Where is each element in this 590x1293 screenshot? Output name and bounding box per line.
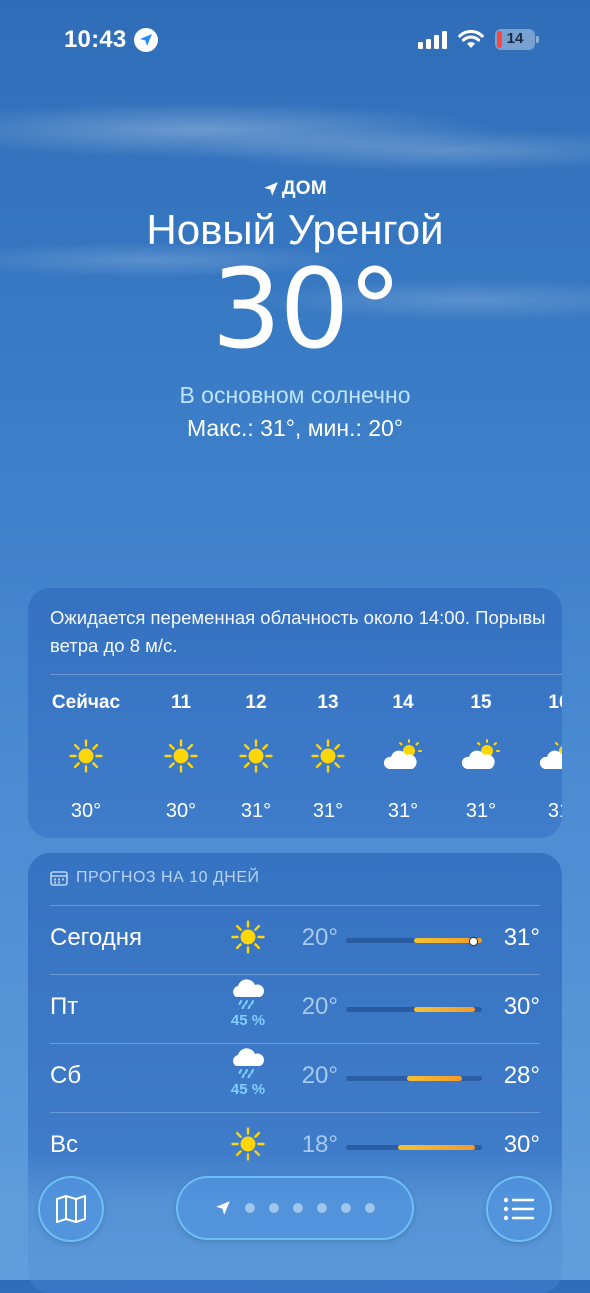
- sun-icon: [218, 736, 294, 776]
- ten-day-label: ПРОГНОЗ НА 10 ДНЕЙ: [76, 869, 260, 886]
- current-temperature: 30°: [211, 245, 403, 373]
- partly-cloudy-icon: [365, 736, 441, 776]
- sun-icon: [290, 736, 366, 776]
- home-label: ДОМ: [281, 178, 328, 199]
- map-button[interactable]: [38, 1176, 104, 1242]
- battery-level: 14: [506, 30, 524, 47]
- partly-cloudy-icon: [443, 736, 519, 776]
- hour-temperature: 31°: [387, 800, 419, 822]
- page-dot[interactable]: [365, 1203, 375, 1213]
- day-label: Сегодня: [50, 924, 142, 951]
- hour-label: 16: [548, 692, 562, 713]
- page-dot[interactable]: [341, 1203, 351, 1213]
- page-dot[interactable]: [269, 1203, 279, 1213]
- rain-cloud-icon: 45 %: [220, 1048, 276, 1098]
- calendar-icon: [50, 871, 68, 886]
- rain-cloud-icon: 45 %: [220, 979, 276, 1029]
- map-icon: [56, 1195, 86, 1223]
- temperature-range-fill: [414, 1007, 476, 1012]
- status-bar: 10:43 14: [0, 0, 590, 80]
- hour-temperature: 31°: [312, 800, 344, 822]
- cellular-signal-icon: [418, 31, 450, 49]
- hour-item: 11 30°: [143, 692, 219, 823]
- hour-temperature: 31°: [465, 800, 497, 822]
- hour-label: 15: [470, 692, 492, 713]
- current-weather-header: ДОМ Новый Уренгой 30° В основном солнечн…: [0, 178, 590, 442]
- page-dot[interactable]: [317, 1203, 327, 1213]
- hour-label: 13: [317, 692, 339, 713]
- location-arrow-icon: [264, 182, 278, 196]
- daily-row[interactable]: Сегодня 20° 31°: [50, 905, 540, 974]
- battery-icon: 14: [495, 29, 539, 50]
- weather-condition: В основном солнечно: [179, 382, 411, 408]
- page-indicator[interactable]: [176, 1176, 414, 1240]
- hour-temperature: 30°: [165, 800, 197, 822]
- hour-label: Сейчас: [51, 692, 121, 713]
- hour-label: 14: [392, 692, 414, 713]
- divider: [50, 674, 562, 675]
- list-icon: [503, 1197, 535, 1221]
- current-temp-marker: [468, 937, 478, 946]
- low-temperature: 20°: [301, 924, 338, 951]
- list-button[interactable]: [486, 1176, 552, 1242]
- precipitation-chance: 45 %: [230, 1012, 266, 1029]
- hour-item: Сейчас 30°: [48, 692, 124, 823]
- precipitation-chance: 45 %: [230, 1081, 266, 1098]
- home-location-label: ДОМ: [0, 178, 590, 200]
- partly-cloudy-icon: [521, 736, 562, 776]
- hour-item: 16 31: [521, 692, 562, 823]
- ten-day-title: ПРОГНОЗ НА 10 ДНЕЙ: [50, 869, 260, 887]
- hour-temperature: 31°: [240, 800, 272, 822]
- temperature-range-fill: [407, 1076, 462, 1081]
- temperature-range-bar: [346, 1076, 482, 1081]
- day-label: Сб: [50, 1062, 82, 1089]
- daily-row[interactable]: Сб 45 % 20° 28°: [50, 1043, 540, 1112]
- location-arrow-icon: [134, 28, 158, 52]
- forecast-summary: Ожидается переменная облачность около 14…: [50, 607, 546, 656]
- hour-label: 12: [245, 692, 267, 713]
- wifi-icon: [458, 29, 484, 48]
- hour-temperature: 30°: [70, 800, 102, 822]
- sun-icon: [48, 736, 124, 776]
- hour-item: 12 31°: [218, 692, 294, 823]
- location-arrow-icon: [216, 1201, 230, 1215]
- daily-row[interactable]: Пт 45 % 20° 30°: [50, 974, 540, 1043]
- low-temperature: 20°: [301, 993, 338, 1020]
- sun-icon: [220, 920, 276, 959]
- high-temperature: 30°: [503, 993, 540, 1020]
- hour-item: 14 31°: [365, 692, 441, 823]
- hour-item: 15 31°: [443, 692, 519, 823]
- page-dot[interactable]: [293, 1203, 303, 1213]
- hourly-forecast-card[interactable]: Ожидается переменная облачность около 14…: [28, 588, 562, 838]
- high-low-temperature: Макс.: 31°, мин.: 20°: [186, 415, 404, 441]
- page-dot[interactable]: [245, 1203, 255, 1213]
- hour-item: 13 31°: [290, 692, 366, 823]
- hour-label: 11: [170, 692, 192, 713]
- sun-icon: [143, 736, 219, 776]
- high-temperature: 31°: [503, 924, 540, 951]
- day-label: Пт: [50, 993, 79, 1020]
- temperature-range-bar: [346, 937, 482, 946]
- hour-temperature: 31: [547, 800, 562, 822]
- temperature-range-bar: [346, 1007, 482, 1012]
- low-temperature: 20°: [301, 1062, 338, 1089]
- status-time: 10:43: [64, 26, 127, 53]
- high-temperature: 28°: [503, 1062, 540, 1089]
